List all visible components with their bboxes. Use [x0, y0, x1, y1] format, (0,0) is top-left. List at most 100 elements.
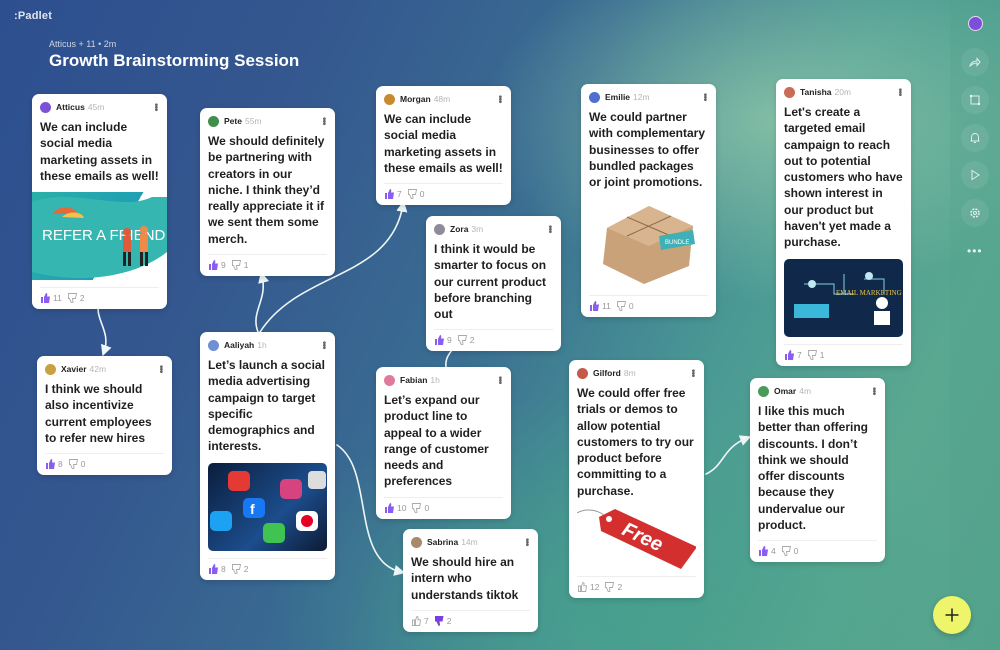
thumbs-down-icon[interactable] [67, 293, 78, 304]
thumbs-up-icon[interactable] [208, 563, 219, 574]
post-card-pete[interactable]: Pete 55m ••• We should definitely be par… [200, 108, 335, 277]
like-count: 9 [447, 335, 452, 346]
connector-gilford-omar [705, 435, 752, 475]
thumbs-up-icon[interactable] [784, 349, 795, 360]
dislike-count: 0 [793, 546, 799, 557]
like-count: 7 [424, 615, 429, 626]
post-card-morgan[interactable]: Morgan 48m ••• We can include social med… [376, 86, 511, 206]
more-options-icon[interactable]: ••• [494, 95, 505, 103]
thumbs-down-icon[interactable] [68, 459, 79, 470]
add-post-button[interactable] [933, 596, 971, 634]
share-icon [969, 57, 981, 67]
avatar [208, 115, 219, 127]
post-reactions: 9 1 [208, 254, 327, 271]
remake-button[interactable] [961, 86, 989, 114]
dislike-count: 1 [819, 349, 825, 360]
post-image-email-marketing[interactable]: EMAIL MARKETING [784, 258, 903, 337]
thumbs-down-icon[interactable] [457, 335, 468, 346]
post-card-atticus[interactable]: Atticus 45m ••• We can include social me… [32, 94, 167, 310]
post-card-emilie[interactable]: Emilie 12m ••• We could partner with com… [581, 84, 716, 318]
like-count: 9 [221, 260, 226, 271]
more-options-icon[interactable]: ••• [868, 387, 879, 395]
bell-icon [970, 132, 980, 143]
thumbs-up-icon[interactable] [589, 301, 600, 312]
thumbs-down-icon[interactable] [604, 582, 615, 593]
post-time: 45m [87, 102, 105, 112]
refer-a-friend-illustration: REFER A FRIEND [32, 197, 167, 279]
dislike-count: 2 [79, 293, 85, 304]
thumbs-up-icon[interactable] [758, 546, 769, 557]
post-card-sabrina[interactable]: Sabrina 14m ••• We should hire an intern… [403, 529, 538, 632]
post-time: 14m [461, 537, 478, 547]
more-options-icon[interactable]: ••• [155, 365, 166, 373]
more-options-icon[interactable]: ••• [544, 225, 555, 233]
post-time: 48m [433, 94, 451, 104]
post-image-social-media[interactable]: f [208, 462, 327, 551]
more-options-icon[interactable]: ••• [318, 117, 329, 125]
settings-button[interactable] [961, 199, 989, 227]
more-options-icon[interactable]: ••• [494, 376, 505, 384]
svg-text:f: f [250, 501, 255, 517]
post-author: Xavier [61, 364, 87, 374]
dislike-count: 2 [617, 582, 623, 593]
thumbs-down-icon[interactable] [434, 615, 445, 626]
thumbs-down-icon[interactable] [231, 563, 242, 574]
user-avatar[interactable] [968, 16, 983, 31]
post-image-bundle[interactable]: BUNDLE [589, 198, 708, 288]
like-count: 11 [602, 301, 611, 312]
more-options-icon[interactable]: ••• [150, 103, 161, 111]
thumbs-down-icon[interactable] [231, 260, 242, 271]
email-marketing-illustration: EMAIL MARKETING [794, 271, 902, 325]
more-options-icon[interactable]: ••• [687, 369, 698, 377]
like-count: 10 [397, 502, 407, 513]
thumbs-up-icon[interactable] [384, 502, 395, 513]
post-image-refer-a-friend[interactable]: REFER A FRIEND [32, 192, 167, 281]
post-text: We could partner with complementary busi… [589, 110, 706, 190]
post-text: I think we should also incentivize curre… [45, 382, 152, 445]
share-button[interactable] [961, 48, 989, 76]
more-options-icon[interactable]: ••• [894, 88, 905, 96]
post-card-aaliyah[interactable]: Aaliyah 1h ••• Let’s launch a social med… [200, 332, 335, 580]
like-count: 7 [397, 189, 402, 200]
notifications-button[interactable] [961, 124, 989, 152]
post-author: Zora [450, 224, 469, 234]
padlet-logo[interactable]: :Padlet [14, 10, 52, 22]
thumbs-up-icon[interactable] [208, 260, 219, 271]
thumbs-up-icon[interactable] [434, 335, 445, 346]
dislike-count: 0 [419, 189, 425, 200]
dislike-count: 0 [628, 301, 634, 312]
post-card-tanisha[interactable]: Tanisha 20m ••• Let's create a targeted … [776, 79, 911, 366]
avatar [434, 223, 445, 235]
bundle-tag-text: BUNDLE [665, 240, 689, 246]
thumbs-up-icon[interactable] [577, 582, 588, 593]
thumbs-up-icon[interactable] [40, 293, 51, 304]
thumbs-down-icon[interactable] [616, 301, 627, 312]
thumbs-down-icon[interactable] [411, 502, 422, 513]
thumbs-up-icon[interactable] [384, 189, 395, 200]
post-card-fabian[interactable]: Fabian 1h ••• Let’s expand our product l… [376, 367, 511, 519]
thumbs-up-icon[interactable] [411, 615, 422, 626]
thumbs-up-icon[interactable] [45, 459, 56, 470]
more-options-icon[interactable]: ••• [699, 93, 710, 101]
more-menu-icon[interactable]: ••• [967, 244, 983, 258]
play-icon [971, 169, 980, 181]
dislike-count: 0 [80, 459, 86, 470]
post-image-free-tag[interactable]: Free [577, 507, 696, 570]
post-card-xavier[interactable]: Xavier 42m ••• I think we should also in… [37, 356, 172, 476]
more-options-icon[interactable]: ••• [521, 538, 532, 546]
connector-aaliyah-pete [255, 271, 270, 333]
more-options-icon[interactable]: ••• [318, 341, 329, 349]
thumbs-down-icon[interactable] [407, 189, 418, 200]
post-text: Let’s expand our product line to appeal … [384, 393, 489, 489]
post-author: Aaliyah [224, 340, 255, 350]
slideshow-button[interactable] [961, 161, 989, 189]
post-card-zora[interactable]: Zora 3m ••• I think it would be smarter … [426, 216, 561, 352]
post-card-gilford[interactable]: Gilford 8m ••• We could offer free trial… [569, 360, 704, 599]
thumbs-down-icon[interactable] [807, 349, 818, 360]
post-reactions: 11 2 [40, 287, 159, 304]
post-card-omar[interactable]: Omar 4m ••• I like this much better than… [750, 378, 885, 563]
avatar [411, 536, 422, 548]
gear-icon [970, 208, 980, 218]
thumbs-down-icon[interactable] [781, 546, 792, 557]
dislike-count: 1 [243, 260, 249, 271]
